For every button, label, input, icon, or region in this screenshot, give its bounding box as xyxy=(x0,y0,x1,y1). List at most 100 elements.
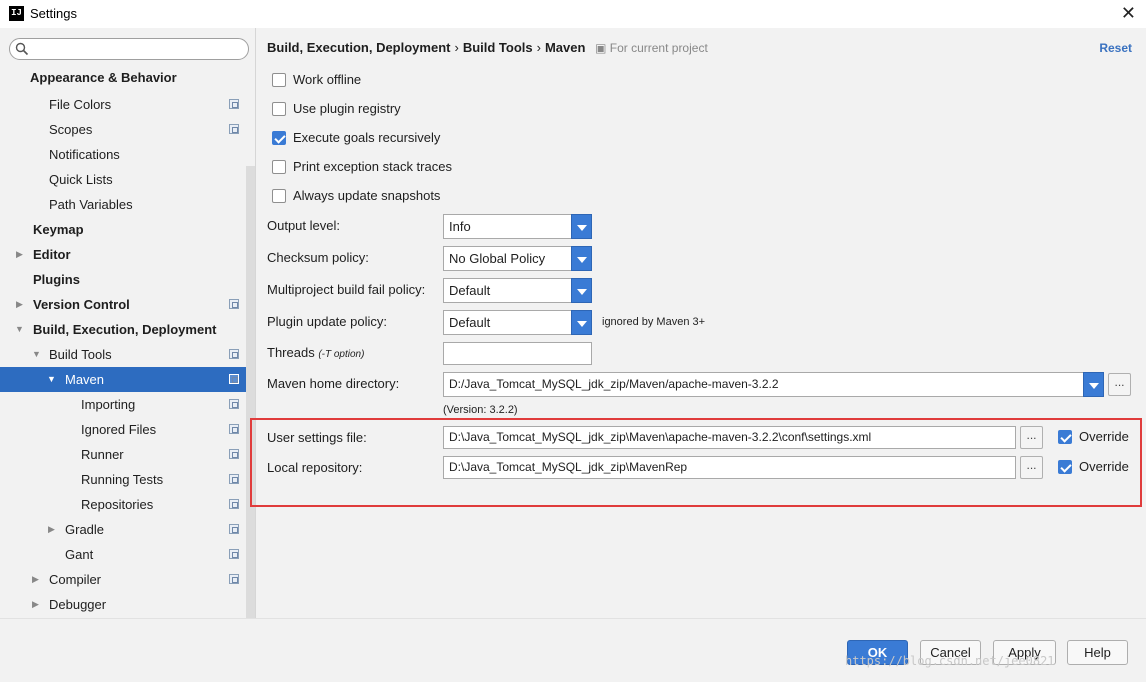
project-scope-icon xyxy=(229,99,239,109)
sidebar-item-build-tools[interactable]: ▼ Build Tools xyxy=(0,342,256,367)
settings-sidebar: Appearance & Behavior File Colors Scopes… xyxy=(0,28,256,618)
project-scope-icon xyxy=(229,549,239,559)
highlight-annotation-box xyxy=(250,418,1142,507)
breadcrumb: Build, Execution, Deployment › Build Tools… xyxy=(267,40,708,55)
sidebar-item-gant[interactable]: Gant xyxy=(0,542,256,567)
dropdown-arrow-icon[interactable] xyxy=(571,214,592,239)
execute-goals-recursively-checkbox[interactable] xyxy=(272,130,286,145)
sidebar-item-running-tests[interactable]: Running Tests xyxy=(0,467,256,492)
sidebar-item-quick-lists[interactable]: Quick Lists xyxy=(0,167,256,192)
chevron-down-icon[interactable]: ▼ xyxy=(32,342,41,367)
sidebar-item-appearance-behavior[interactable]: Appearance & Behavior xyxy=(0,65,256,90)
project-scope-icon xyxy=(229,449,239,459)
search-input[interactable] xyxy=(9,38,249,60)
sidebar-item-label: Notifications xyxy=(49,147,120,162)
sidebar-item-label: Compiler xyxy=(49,572,102,587)
sidebar-scrollbar[interactable] xyxy=(246,166,255,618)
scope-label: ▣ For current project xyxy=(595,41,708,55)
chevron-right-icon[interactable]: ▶ xyxy=(16,242,23,267)
sidebar-item-path-variables[interactable]: Path Variables xyxy=(0,192,256,217)
project-scope-icon xyxy=(229,524,239,534)
chevron-right-icon[interactable]: ▶ xyxy=(32,592,39,617)
dropdown-arrow-icon[interactable] xyxy=(571,310,592,335)
title-bar: IJ Settings ✕ xyxy=(0,0,1146,28)
help-button[interactable]: Help xyxy=(1067,640,1128,665)
sidebar-item-label: Gant xyxy=(65,547,94,562)
multiproject-fail-policy-label: Multiproject build fail policy: xyxy=(267,282,426,297)
sidebar-item-label: Keymap xyxy=(33,222,84,237)
output-level-select[interactable]: Info xyxy=(443,214,592,239)
print-exception-stack-traces-option[interactable]: Print exception stack traces xyxy=(272,157,452,177)
sidebar-item-repositories[interactable]: Repositories xyxy=(0,492,256,517)
sidebar-item-file-colors[interactable]: File Colors xyxy=(0,92,256,117)
multiproject-fail-policy-select[interactable]: Default xyxy=(443,278,592,303)
use-plugin-registry-option[interactable]: Use plugin registry xyxy=(272,99,401,119)
sidebar-item-maven[interactable]: ▼ Maven xyxy=(0,367,246,392)
sidebar-item-label: Maven xyxy=(65,372,105,387)
select-value: Default xyxy=(449,315,491,330)
chevron-right-icon[interactable]: ▶ xyxy=(16,292,23,317)
sidebar-item-plugins[interactable]: Plugins xyxy=(0,267,256,292)
threads-input[interactable] xyxy=(443,342,592,365)
option-label: Always update snapshots xyxy=(293,188,441,203)
always-update-snapshots-checkbox[interactable] xyxy=(272,188,286,203)
project-scope-icon xyxy=(229,299,239,309)
breadcrumb-separator: › xyxy=(454,40,459,55)
option-label: Use plugin registry xyxy=(293,101,401,116)
work-offline-option[interactable]: Work offline xyxy=(272,70,361,90)
breadcrumb-item: Maven xyxy=(544,40,586,55)
sidebar-item-importing[interactable]: Importing xyxy=(0,392,256,417)
always-update-snapshots-option[interactable]: Always update snapshots xyxy=(272,186,440,206)
search-icon xyxy=(15,42,29,56)
sidebar-item-debugger[interactable]: ▶ Debugger xyxy=(0,592,256,617)
intellij-app-icon: IJ xyxy=(9,6,24,21)
sidebar-item-label: Build Tools xyxy=(49,347,112,362)
breadcrumb-separator: › xyxy=(536,40,541,55)
sidebar-item-keymap[interactable]: Keymap xyxy=(0,217,256,242)
option-label: Execute goals recursively xyxy=(293,130,441,145)
sidebar-item-runner[interactable]: Runner xyxy=(0,442,256,467)
chevron-right-icon[interactable]: ▶ xyxy=(32,567,39,592)
project-scope-icon xyxy=(229,574,239,584)
option-label: Print exception stack traces xyxy=(293,159,452,174)
reset-link[interactable]: Reset xyxy=(1099,41,1132,55)
project-scope-icon xyxy=(229,474,239,484)
execute-goals-recursively-option[interactable]: Execute goals recursively xyxy=(272,128,440,148)
select-value: Default xyxy=(449,283,491,298)
plugin-update-policy-select[interactable]: Default xyxy=(443,310,592,335)
dialog-footer: OK Cancel Apply Help https://blog.csdn.n… xyxy=(0,618,1146,682)
sidebar-item-editor[interactable]: ▶ Editor xyxy=(0,242,256,267)
scope-text: For current project xyxy=(609,41,708,55)
sidebar-item-label: Importing xyxy=(81,397,136,412)
checksum-policy-select[interactable]: No Global Policy xyxy=(443,246,592,271)
sidebar-item-scopes[interactable]: Scopes xyxy=(0,117,256,142)
window-title: Settings xyxy=(30,6,77,21)
sidebar-item-label: Build, Execution, Deployment xyxy=(33,322,217,337)
sidebar-item-gradle[interactable]: ▶ Gradle xyxy=(0,517,256,542)
sidebar-item-notifications[interactable]: Notifications xyxy=(0,142,256,167)
work-offline-checkbox[interactable] xyxy=(272,72,286,87)
close-icon[interactable]: ✕ xyxy=(1121,3,1136,24)
use-plugin-registry-checkbox[interactable] xyxy=(272,101,286,116)
dropdown-arrow-icon[interactable] xyxy=(1083,372,1104,397)
checksum-policy-label: Checksum policy: xyxy=(267,250,369,265)
dropdown-arrow-icon[interactable] xyxy=(571,278,592,303)
sidebar-item-build-execution-deployment[interactable]: ▼ Build, Execution, Deployment xyxy=(0,317,256,342)
maven-home-browse-button[interactable]: ... xyxy=(1108,373,1131,396)
dropdown-arrow-icon[interactable] xyxy=(571,246,592,271)
sidebar-item-version-control[interactable]: ▶ Version Control xyxy=(0,292,256,317)
sidebar-item-label: File Colors xyxy=(49,97,112,112)
print-exception-stack-traces-checkbox[interactable] xyxy=(272,159,286,174)
chevron-down-icon[interactable]: ▼ xyxy=(15,317,24,342)
sidebar-item-label: Debugger xyxy=(49,597,107,612)
select-value: Info xyxy=(449,219,471,234)
select-value: No Global Policy xyxy=(449,251,546,266)
sidebar-item-compiler[interactable]: ▶ Compiler xyxy=(0,567,256,592)
sidebar-item-ignored-files[interactable]: Ignored Files xyxy=(0,417,256,442)
project-scope-icon xyxy=(229,124,239,134)
maven-home-select[interactable]: D:/Java_Tomcat_MySQL_jdk_zip/Maven/apach… xyxy=(443,372,1104,397)
chevron-down-icon[interactable]: ▼ xyxy=(47,367,56,392)
project-scope-icon xyxy=(229,349,239,359)
chevron-right-icon[interactable]: ▶ xyxy=(48,517,55,542)
select-value: D:/Java_Tomcat_MySQL_jdk_zip/Maven/apach… xyxy=(449,377,779,391)
